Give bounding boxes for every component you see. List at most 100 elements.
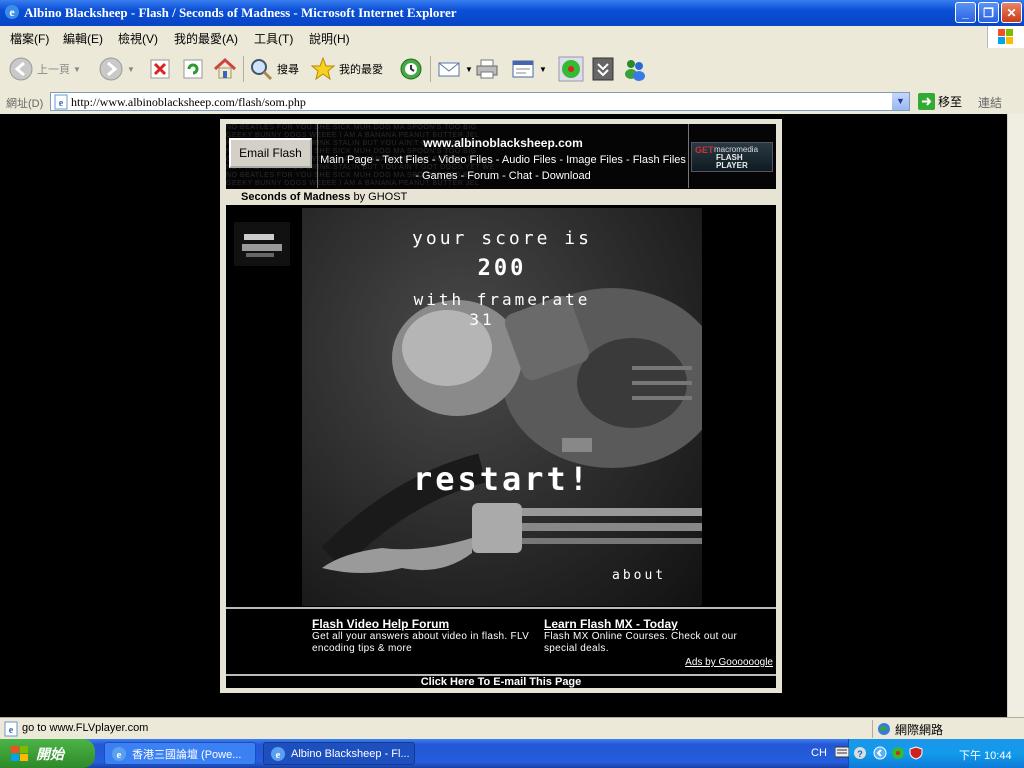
icq-flower-icon (558, 56, 584, 82)
address-dropdown-icon[interactable]: ▼ (892, 93, 909, 110)
score-value: 200 (477, 256, 527, 281)
minimize-button[interactable]: _ (955, 2, 976, 23)
home-button[interactable] (212, 54, 238, 84)
vertical-scrollbar[interactable] (1007, 114, 1024, 717)
get-flash-player-button[interactable]: GET macromedia FLASH PLAYER (691, 142, 773, 172)
back-button[interactable]: 上一頁 ▼ (8, 54, 81, 84)
menu-tools[interactable]: 工具(T) (254, 30, 293, 47)
keyboard-icon[interactable] (835, 746, 849, 758)
address-label: 網址(D) (6, 98, 44, 110)
site-name-link[interactable]: www.albinoblacksheep.com (318, 136, 688, 150)
stop-button[interactable] (148, 54, 172, 84)
history-icon (400, 58, 422, 80)
globe-icon (878, 723, 890, 735)
close-button[interactable]: ✕ (1001, 2, 1022, 23)
taskbar-item[interactable]: e 香港三國論壇 (Powe... (104, 742, 256, 765)
go-button[interactable]: 移至 (918, 93, 962, 110)
address-bar: 網址(D) e http://www.albinoblacksheep.com/… (0, 90, 1024, 115)
icq-button[interactable] (558, 54, 584, 84)
status-bar: e go to www.FLVplayer.com 網際網路 (0, 717, 1024, 740)
address-url: http://www.albinoblacksheep.com/flash/so… (71, 95, 306, 109)
ie-task-icon: e (271, 746, 285, 761)
flash-title: Seconds of Madness (241, 191, 351, 203)
svg-text:e: e (276, 749, 281, 761)
taskbar-item-active[interactable]: e Albino Blacksheep - Fl... (263, 742, 415, 765)
go-label: 移至 (938, 95, 963, 109)
favorites-label: 我的最愛 (339, 64, 383, 76)
get-flash-product: FLASH PLAYER (716, 153, 748, 170)
favorites-button[interactable]: 我的最愛 (310, 54, 383, 84)
framerate-value: 31 (469, 310, 495, 329)
forward-arrow-icon (99, 57, 123, 81)
about-button[interactable]: about (612, 568, 692, 583)
search-label: 搜尋 (277, 64, 299, 76)
ie-task-icon: e (112, 746, 126, 761)
back-dropdown-icon[interactable]: ▼ (73, 65, 81, 74)
svg-text:?: ? (857, 749, 863, 759)
system-tray: CH ? 下午 10:44 (811, 739, 1024, 768)
messenger-people-icon (625, 60, 645, 81)
mail-button[interactable]: ▼ (436, 54, 473, 84)
get-flash-get: GET (695, 145, 714, 155)
menu-view[interactable]: 檢視(V) (118, 30, 158, 47)
ads-section: Flash Video Help Forum Get all your answ… (226, 607, 776, 675)
icq-tray-icon[interactable] (891, 746, 905, 760)
print-button[interactable] (474, 54, 500, 84)
ads-by-link[interactable]: Ads by Goooooogle (685, 657, 773, 668)
flash-game[interactable]: your score is 200 with framerate 31 rest… (302, 208, 702, 606)
site-frame: NO BEATLES FOR YOU SHE SICK MUH DOG MA S… (220, 119, 782, 693)
menu-edit[interactable]: 編輯(E) (63, 30, 103, 47)
chevron-left-icon[interactable] (873, 746, 887, 760)
research-book-icon (592, 57, 614, 81)
star-icon (310, 56, 336, 81)
email-page-link[interactable]: Click Here To E-mail This Page (226, 674, 776, 690)
ad-desc: Flash MX Online Courses. Check out our s… (544, 631, 738, 654)
edit-page-icon (512, 60, 534, 78)
browser-content: NO BEATLES FOR YOU SHE SICK MUH DOG MA S… (0, 114, 1007, 717)
search-button[interactable]: 搜尋 (248, 54, 299, 84)
security-zone: 網際網路 (872, 720, 1022, 738)
menu-help[interactable]: 說明(H) (309, 30, 350, 47)
side-thumbnail-icon (234, 222, 290, 266)
research-button[interactable] (590, 54, 616, 84)
mail-icon (438, 62, 460, 77)
svg-text:e: e (59, 98, 64, 109)
site-inner: NO BEATLES FOR YOU SHE SICK MUH DOG MA S… (226, 124, 776, 688)
start-button[interactable]: 開始 (0, 739, 95, 768)
history-button[interactable] (398, 54, 424, 84)
svg-text:e: e (9, 5, 15, 19)
mail-dropdown-icon[interactable]: ▼ (465, 65, 473, 74)
ad-item[interactable]: Flash Video Help Forum Get all your answ… (312, 617, 532, 655)
forward-button[interactable]: ▼ (98, 54, 135, 84)
back-arrow-icon (9, 57, 33, 81)
links-toolbar[interactable]: 連結 (978, 94, 1002, 111)
address-input[interactable]: e http://www.albinoblacksheep.com/flash/… (50, 92, 910, 111)
ad-title[interactable]: Learn Flash MX - Today (544, 617, 764, 631)
back-label: 上一頁 (37, 64, 70, 76)
language-indicator[interactable]: CH (811, 747, 827, 759)
forward-dropdown-icon[interactable]: ▼ (127, 65, 135, 74)
window-title: Albino Blacksheep - Flash / Seconds of M… (24, 5, 457, 20)
edit-button[interactable]: ▼ (510, 54, 547, 84)
menu-file[interactable]: 檔案(F) (10, 30, 49, 47)
messenger-button[interactable] (622, 54, 648, 84)
restart-button[interactable]: restart! (302, 460, 702, 498)
status-text: go to www.FLVplayer.com (22, 722, 149, 734)
maximize-button[interactable]: ❐ (978, 2, 999, 23)
page-status-icon: e (4, 721, 18, 737)
menu-favorites[interactable]: 我的最愛(A) (174, 30, 238, 47)
title-bar[interactable]: e Albino Blacksheep - Flash / Seconds of… (0, 0, 1024, 26)
site-nav-links[interactable]: Main Page - Text Files - Video Files - A… (320, 152, 686, 184)
ie-icon: e (5, 5, 19, 19)
shield-icon[interactable] (909, 746, 923, 760)
help-icon[interactable]: ? (853, 746, 867, 760)
edit-dropdown-icon[interactable]: ▼ (539, 65, 547, 74)
clock[interactable]: 下午 10:44 (959, 747, 1012, 763)
email-flash-button[interactable]: Email Flash (229, 138, 312, 168)
taskbar: 開始 e 香港三國論壇 (Powe... e Albino Blacksheep… (0, 739, 1024, 768)
refresh-button[interactable] (181, 54, 205, 84)
taskbar-item-label: Albino Blacksheep - Fl... (291, 747, 410, 760)
ad-item[interactable]: Learn Flash MX - Today Flash MX Online C… (544, 617, 764, 655)
home-icon (213, 57, 237, 79)
ad-title[interactable]: Flash Video Help Forum (312, 617, 532, 631)
